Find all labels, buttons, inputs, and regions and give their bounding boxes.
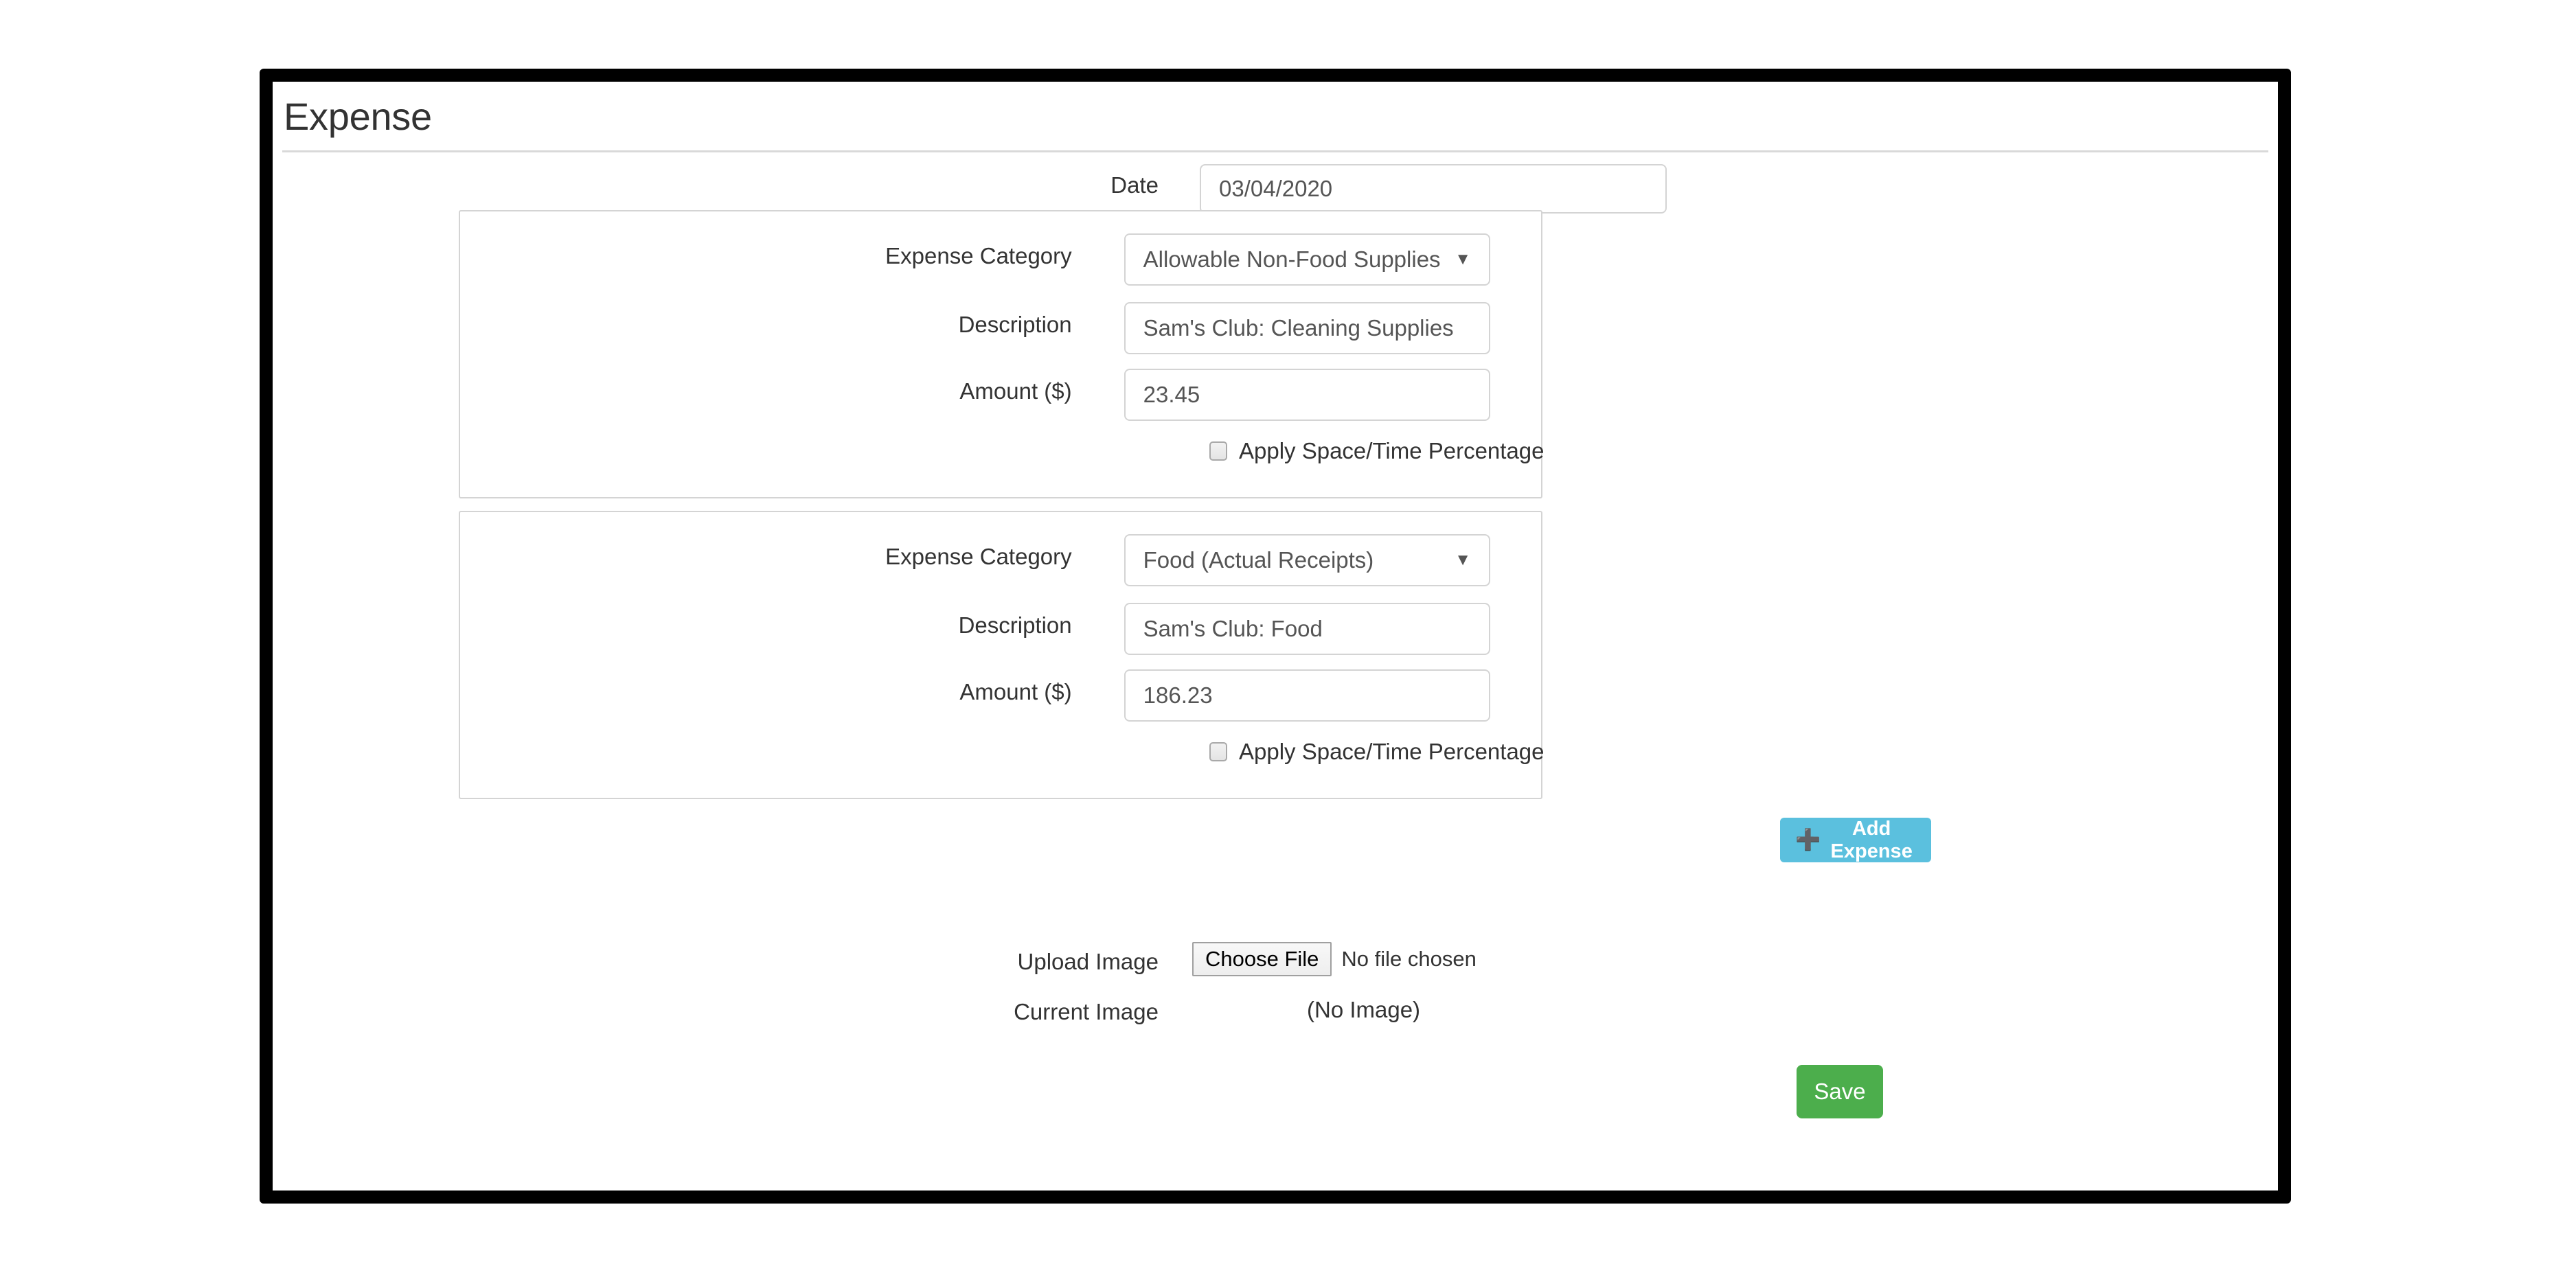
expense-category-value-1: Allowable Non-Food Supplies xyxy=(1143,246,1441,273)
date-form-row: Date xyxy=(273,164,2031,214)
save-button[interactable]: Save xyxy=(1797,1065,1883,1118)
amount-row-1: Amount ($) xyxy=(460,369,1490,421)
amount-label-2: Amount ($) xyxy=(460,669,1072,703)
chevron-down-icon: ▼ xyxy=(1455,552,1471,568)
expense-category-value-2: Food (Actual Receipts) xyxy=(1143,547,1374,573)
screenshot-root: Expense Date Expense Category Allowable … xyxy=(0,0,2576,1288)
current-image-row: Current Image xyxy=(273,1000,1783,1023)
window-content: Expense Date Expense Category Allowable … xyxy=(273,82,2278,1191)
upload-image-label: Upload Image xyxy=(273,945,1159,973)
expense-category-label-2: Expense Category xyxy=(460,534,1072,568)
amount-input-2[interactable] xyxy=(1124,669,1490,722)
apply-percentage-row-2: Apply Space/Time Percentage xyxy=(1209,739,1545,765)
current-image-label: Current Image xyxy=(273,1000,1159,1023)
apply-percentage-row-1: Apply Space/Time Percentage xyxy=(1209,438,1545,464)
expense-category-label-1: Expense Category xyxy=(460,233,1072,267)
description-row-1: Description xyxy=(460,302,1490,354)
amount-input-1[interactable] xyxy=(1124,369,1490,421)
add-expense-label: Add Expense xyxy=(1827,818,1916,863)
file-status-text: No file chosen xyxy=(1341,947,1476,971)
category-row-1: Expense Category Allowable Non-Food Supp… xyxy=(460,233,1490,286)
category-row-2: Expense Category Food (Actual Receipts) … xyxy=(460,534,1490,586)
plus-icon: ➕ xyxy=(1795,830,1821,851)
expense-category-select-1[interactable]: Allowable Non-Food Supplies ▼ xyxy=(1124,233,1490,286)
apply-percentage-checkbox-2[interactable] xyxy=(1209,742,1227,761)
expense-panel-1: Expense Category Allowable Non-Food Supp… xyxy=(459,210,1542,498)
description-label-1: Description xyxy=(460,302,1072,336)
expense-category-select-2[interactable]: Food (Actual Receipts) ▼ xyxy=(1124,534,1490,586)
apply-percentage-checkbox-1[interactable] xyxy=(1209,441,1227,461)
description-row-2: Description xyxy=(460,603,1490,655)
choose-file-button[interactable]: Choose File xyxy=(1192,942,1332,976)
chevron-down-icon: ▼ xyxy=(1455,251,1471,268)
description-input-2[interactable] xyxy=(1124,603,1490,655)
title-divider xyxy=(282,150,2268,152)
page-title: Expense xyxy=(284,94,432,139)
add-expense-button[interactable]: ➕ Add Expense xyxy=(1780,818,1931,862)
date-input[interactable] xyxy=(1200,164,1667,214)
apply-percentage-label-2: Apply Space/Time Percentage xyxy=(1239,739,1545,765)
description-input-1[interactable] xyxy=(1124,302,1490,354)
expense-panel-2: Expense Category Food (Actual Receipts) … xyxy=(459,511,1542,799)
apply-percentage-label-1: Apply Space/Time Percentage xyxy=(1239,438,1545,464)
current-image-value: (No Image) xyxy=(1307,997,1420,1023)
amount-label-1: Amount ($) xyxy=(460,369,1072,402)
description-label-2: Description xyxy=(460,603,1072,636)
amount-row-2: Amount ($) xyxy=(460,669,1490,722)
date-label: Date xyxy=(273,164,1159,196)
upload-image-row: Upload Image Choose File No file chosen xyxy=(273,942,1783,976)
browser-window-frame: Expense Date Expense Category Allowable … xyxy=(260,69,2291,1204)
